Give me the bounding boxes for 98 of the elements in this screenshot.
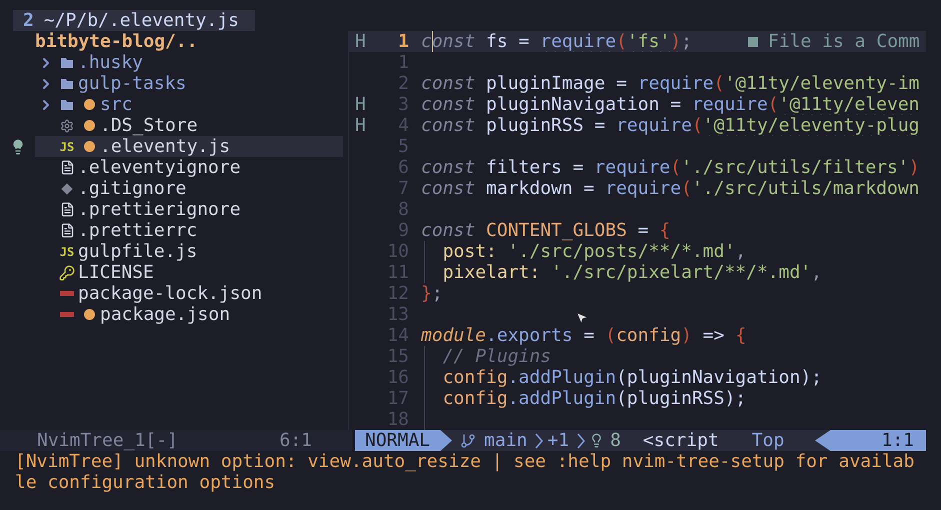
code-line: const markdown = require('./src/utils/markdown xyxy=(421,178,920,199)
file-name: .DS_Store xyxy=(100,115,198,136)
line-number: 4 xyxy=(398,115,409,136)
line-number: 12 xyxy=(387,283,409,304)
line-number: 8 xyxy=(398,199,409,220)
file-name: package-lock.json xyxy=(78,283,262,304)
code-line: const fs = require('fs'); xyxy=(421,31,692,52)
filetype: <script xyxy=(642,430,719,451)
git-sign: H xyxy=(355,94,366,115)
tree-item[interactable]: .prettierignore xyxy=(35,199,343,220)
cursor-position: 1:1 xyxy=(815,430,926,451)
line-number: 6 xyxy=(398,157,409,178)
folder-icon xyxy=(61,78,73,88)
line-number: 3 xyxy=(398,94,409,115)
separator-icon xyxy=(535,433,544,449)
code-line: module.exports = (config) => { xyxy=(421,325,746,346)
code-line: const CONTENT_GLOBS = { xyxy=(421,220,670,241)
tab-path: ~/P/b/.eleventy.js xyxy=(44,10,239,31)
file-name: .husky xyxy=(78,52,144,73)
tab-number: 2 xyxy=(22,10,35,31)
js-file-icon: JS xyxy=(60,246,74,258)
tree-item[interactable]: package.json xyxy=(35,304,343,325)
file-name: .eleventy.js xyxy=(100,136,230,157)
file-name: .prettierignore xyxy=(78,199,241,220)
diamond-icon xyxy=(61,182,73,194)
tree-item[interactable]: JS gulpfile.js xyxy=(35,241,343,262)
code-line: const pluginImage = require('@11ty/eleventy-im xyxy=(421,73,920,94)
folder-icon xyxy=(61,58,73,68)
tree-item[interactable]: LICENSE xyxy=(35,262,343,283)
tree-item[interactable]: src xyxy=(35,94,343,115)
document-icon xyxy=(60,160,74,175)
tree-item[interactable]: gulp-tasks xyxy=(35,73,343,94)
key-icon xyxy=(59,264,75,280)
line-number: 2 xyxy=(398,73,409,94)
separator-icon xyxy=(577,433,586,449)
tree-item[interactable]: .husky xyxy=(35,52,343,73)
git-sign: H xyxy=(355,115,366,136)
package-icon xyxy=(60,312,74,317)
code-line: post: './src/posts/**/*.md', xyxy=(442,241,746,262)
code-line: const filters = require('./src/utils/filters') xyxy=(421,157,920,178)
code-line: const pluginNavigation = require('@11ty/eleven xyxy=(421,94,920,115)
line-number: 7 xyxy=(398,178,409,199)
line-number: 14 xyxy=(387,325,409,346)
folder-icon xyxy=(61,100,73,110)
line-number: 1 xyxy=(398,31,409,52)
line-number: 15 xyxy=(387,346,409,367)
code-line: }; xyxy=(421,283,443,304)
modified-dot-icon xyxy=(84,120,94,131)
line-number: 11 xyxy=(387,262,409,283)
tree-item[interactable]: .eleventyignore xyxy=(35,157,343,178)
code-line: const pluginRSS = require('@11ty/eleventy-plug xyxy=(421,115,920,136)
code-line: // Plugins xyxy=(442,346,552,367)
file-name: gulpfile.js xyxy=(78,241,198,262)
tree-item[interactable]: .DS_Store xyxy=(35,115,343,136)
file-name: gulp-tasks xyxy=(78,73,186,94)
file-name: .gitignore xyxy=(78,178,186,199)
message-line: le configuration options xyxy=(15,472,276,493)
modified-dot-icon xyxy=(84,99,94,110)
line-number: 18 xyxy=(387,409,409,430)
cursor-position: 6:1 xyxy=(279,430,312,451)
tree-item[interactable]: JS .eleventy.js xyxy=(35,136,343,157)
code-line: config.addPlugin(pluginRSS); xyxy=(442,388,746,409)
diff-count: +1 xyxy=(547,430,570,451)
diagnostic-hint: File is a Comm xyxy=(748,31,920,52)
tree-item[interactable]: .prettierrc xyxy=(35,220,343,241)
line-number: 16 xyxy=(387,367,409,388)
gear-icon xyxy=(60,118,74,132)
file-name: package.json xyxy=(100,304,230,325)
document-icon xyxy=(60,202,74,217)
file-name: LICENSE xyxy=(78,262,154,283)
line-number: 9 xyxy=(398,220,409,241)
diagnostic-count: 8 xyxy=(610,430,621,451)
line-number: 10 xyxy=(387,241,409,262)
document-icon xyxy=(60,223,74,238)
file-name: src xyxy=(100,94,133,115)
buffer-name: NvimTree_1[-] xyxy=(37,430,178,451)
modified-dot-icon xyxy=(84,309,94,320)
file-name: .eleventyignore xyxy=(78,157,241,178)
branch-icon xyxy=(460,433,476,449)
code-line: pixelart: './src/pixelart/**/*.md', xyxy=(442,262,822,283)
line-number: 13 xyxy=(387,304,409,325)
line-number: 5 xyxy=(398,136,409,157)
tree-item[interactable]: package-lock.json xyxy=(35,283,343,304)
js-file-icon: JS xyxy=(60,140,74,152)
file-name: .prettierrc xyxy=(78,220,198,241)
scroll-position: Top xyxy=(752,430,784,451)
line-number: 17 xyxy=(387,388,409,409)
package-icon xyxy=(60,291,74,296)
git-sign: H xyxy=(355,31,366,52)
code-line: config.addPlugin(pluginNavigation); xyxy=(442,367,822,388)
branch-name: main xyxy=(484,430,528,451)
tree-root: bitbyte-blog/.. xyxy=(35,31,198,52)
modified-dot-icon xyxy=(84,141,94,152)
tree-item[interactable]: .gitignore xyxy=(35,178,343,199)
line-number: 1 xyxy=(398,52,409,73)
mode-indicator: NORMAL xyxy=(355,430,452,451)
message-line: [NvimTree] unknown option: view.auto_resize | see :help nvim-tree-setup for availab xyxy=(15,451,914,472)
tab-header[interactable]: 2 ~/P/b/.eleventy.js xyxy=(13,10,255,31)
